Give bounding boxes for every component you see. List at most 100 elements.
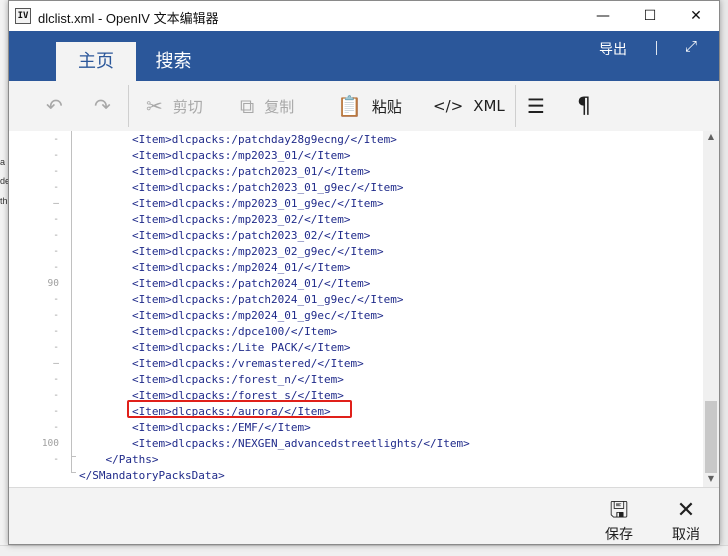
code-text: </SMandatoryPacksData> [79, 469, 225, 482]
background-app-strip [0, 0, 8, 555]
code-line[interactable]: - <Item>dlcpacks:/patch2023_01_g9ec/</It… [9, 180, 703, 196]
code-line[interactable]: - <Item>dlcpacks:/mp2024_01/</Item> [9, 260, 703, 276]
line-number: - [53, 454, 59, 465]
code-text: <Item>dlcpacks:/dpce100/</Item> [79, 325, 338, 338]
code-line[interactable]: – <Item>dlcpacks:/vremastered/</Item> [9, 356, 703, 372]
line-number: - [53, 230, 59, 241]
redo-icon: ↷ [94, 94, 111, 118]
code-text: <Item>dlcpacks:/mp2023_01_g9ec/</Item> [79, 197, 384, 210]
toolbar-divider [128, 85, 129, 127]
copy-label: 复制 [264, 97, 295, 116]
code-text: <Item>dlcpacks:/patch2023_02/</Item> [79, 229, 371, 242]
scrollbar-thumb[interactable] [705, 401, 717, 473]
code-line[interactable]: 100 <Item>dlcpacks:/NEXGEN_advancedstree… [9, 436, 703, 452]
code-line[interactable]: - <Item>dlcpacks:/mp2023_01/</Item> [9, 148, 703, 164]
minimize-button[interactable]: — [580, 1, 626, 31]
code-line[interactable]: - <Item>dlcpacks:/dpce100/</Item> [9, 324, 703, 340]
line-number: - [53, 182, 59, 193]
line-number: - [53, 326, 59, 337]
code-text: <Item>dlcpacks:/mp2023_02_g9ec/</Item> [79, 245, 384, 258]
line-number: - [53, 166, 59, 177]
text-editor-window: IV dlclist.xml - OpenIV 文本编辑器 — ☐ ✕ 主页 搜… [8, 0, 720, 545]
code-line[interactable]: - <Item>dlcpacks:/forest_n/</Item> [9, 372, 703, 388]
code-line[interactable]: - <Item>dlcpacks:/mp2023_02_g9ec/</Item> [9, 244, 703, 260]
paste-button[interactable]: 📋 粘贴 [337, 91, 402, 121]
footer-bar: 🖫 保存 ✕ 取消 [9, 487, 719, 544]
cancel-icon: ✕ [676, 498, 696, 523]
line-number: - [53, 342, 59, 353]
code-text: <Item>dlcpacks:/patchday28g9ecng/</Item> [79, 133, 397, 146]
code-line[interactable]: - <Item>dlcpacks:/patch2023_01/</Item> [9, 164, 703, 180]
fullscreen-icon[interactable]: ⤢ [685, 37, 697, 55]
redo-button[interactable]: ↷ [94, 91, 121, 121]
line-number: - [53, 134, 59, 145]
code-line[interactable]: - </Paths> [9, 452, 703, 468]
save-button[interactable]: 🖫 保存 [599, 498, 639, 544]
format-button[interactable]: ☰ [527, 91, 555, 121]
undo-button[interactable]: ↶ [46, 91, 73, 121]
code-text: <Item>dlcpacks:/patch2024_01_g9ec/</Item… [79, 293, 404, 306]
xml-button[interactable]: </> XML [433, 91, 505, 121]
close-button[interactable]: ✕ [673, 1, 719, 31]
code-line[interactable]: - <Item>dlcpacks:/forest_s/</Item> [9, 388, 703, 404]
cancel-button[interactable]: ✕ 取消 [666, 498, 706, 544]
background-text-fragment: th [0, 196, 8, 206]
show-whitespace-button[interactable]: ¶ [577, 91, 601, 121]
code-text: <Item>dlcpacks:/patch2023_01/</Item> [79, 165, 371, 178]
code-line[interactable]: - <Item>dlcpacks:/mp2023_02/</Item> [9, 212, 703, 228]
line-number: - [53, 150, 59, 161]
code-line[interactable]: - <Item>dlcpacks:/EMF/</Item> [9, 420, 703, 436]
scroll-down-arrow[interactable]: ▼ [703, 474, 719, 483]
code-line[interactable]: 90 <Item>dlcpacks:/patch2024_01/</Item> [9, 276, 703, 292]
code-line[interactable]: - <Item>dlcpacks:/mp2024_01_g9ec/</Item> [9, 308, 703, 324]
code-text: <Item>dlcpacks:/mp2024_01_g9ec/</Item> [79, 309, 384, 322]
code-text: <Item>dlcpacks:/mp2024_01/</Item> [79, 261, 351, 274]
code-line[interactable]: - <Item>dlcpacks:/patchday28g9ecng/</Ite… [9, 132, 703, 148]
line-number: - [53, 294, 59, 305]
toolbar: ↶ ↷ ✂ 剪切 ⧉ 复制 📋 粘贴 </> XML ☰ ¶ [9, 81, 719, 132]
tab-search[interactable]: 搜索 [136, 42, 211, 81]
line-number: – [53, 198, 59, 209]
code-text: <Item>dlcpacks:/forest_n/</Item> [79, 373, 344, 386]
highlight-annotation-box [127, 400, 352, 418]
cancel-label: 取消 [672, 527, 700, 543]
line-number: 90 [47, 278, 59, 289]
code-text: <Item>dlcpacks:/NEXGEN_advancedstreetlig… [79, 437, 470, 450]
code-text: <Item>dlcpacks:/EMF/</Item> [79, 421, 311, 434]
code-text: <Item>dlcpacks:/mp2023_02/</Item> [79, 213, 351, 226]
copy-button[interactable]: ⧉ 复制 [240, 91, 294, 121]
title-bar[interactable]: IV dlclist.xml - OpenIV 文本编辑器 — ☐ ✕ [9, 1, 719, 31]
scroll-up-arrow[interactable]: ▲ [703, 132, 719, 141]
export-button[interactable]: 导出 [599, 39, 627, 59]
code-line[interactable]: - <Item>dlcpacks:/patch2023_02/</Item> [9, 228, 703, 244]
line-number: - [53, 406, 59, 417]
maximize-button[interactable]: ☐ [627, 1, 673, 31]
cut-button[interactable]: ✂ 剪切 [146, 91, 203, 121]
line-number: – [53, 358, 59, 369]
pilcrow-icon: ¶ [577, 93, 591, 119]
scissors-icon: ✂ [146, 94, 163, 118]
paste-label: 粘贴 [371, 97, 402, 116]
tab-home[interactable]: 主页 [56, 42, 136, 81]
undo-icon: ↶ [46, 94, 63, 118]
background-app-strip-bottom [0, 545, 728, 556]
code-line[interactable]: - <Item>dlcpacks:/aurora/</Item> [9, 404, 703, 420]
code-line[interactable]: - <Item>dlcpacks:/patch2024_01_g9ec/</It… [9, 292, 703, 308]
ribbon: 主页 搜索 导出 ⤢ [9, 31, 719, 81]
toolbar-divider [515, 85, 516, 127]
code-text: <Item>dlcpacks:/mp2023_01/</Item> [79, 149, 351, 162]
code-editor[interactable]: - <Item>dlcpacks:/patchday28g9ecng/</Ite… [9, 131, 703, 487]
window-title: dlclist.xml - OpenIV 文本编辑器 [38, 11, 219, 26]
cut-label: 剪切 [172, 97, 203, 116]
line-number: - [53, 246, 59, 257]
code-line[interactable]: – <Item>dlcpacks:/mp2023_01_g9ec/</Item> [9, 196, 703, 212]
copy-icon: ⧉ [240, 94, 255, 118]
openiv-app-icon: IV [15, 8, 31, 24]
xml-label: XML [473, 97, 505, 115]
line-number: 100 [41, 438, 59, 449]
vertical-scrollbar[interactable]: ▲ ▼ [703, 131, 719, 487]
save-label: 保存 [605, 527, 633, 543]
line-number: - [53, 310, 59, 321]
code-line[interactable]: - <Item>dlcpacks:/Lite PACK/</Item> [9, 340, 703, 356]
code-line[interactable]: </SMandatoryPacksData> [9, 468, 703, 484]
